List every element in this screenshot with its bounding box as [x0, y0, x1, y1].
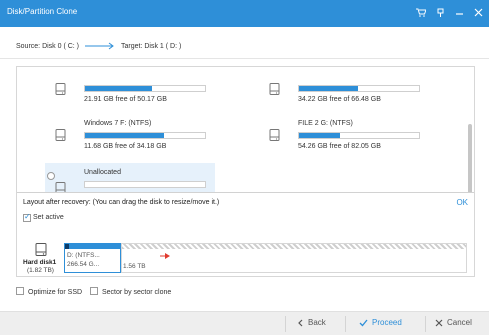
sector-clone-option[interactable]: Sector by sector clone: [90, 287, 172, 296]
target-label: Target: Disk 1 ( D: ): [121, 42, 182, 50]
disk-name: Hard disk1: [23, 259, 57, 266]
usage-bar: [84, 132, 206, 139]
pin-icon[interactable]: [435, 6, 445, 18]
usage-bar: [298, 85, 420, 92]
radio-button[interactable]: [47, 172, 55, 180]
partition-list-panel: 21.91 GB free of 50.17 GB 34.22 GB free …: [16, 66, 475, 277]
segment-size: 266.54 G...: [67, 261, 100, 268]
source-label: Source: Disk 0 ( C: ): [16, 42, 80, 50]
disk-icon: [55, 83, 66, 95]
usage-bar-fill: [85, 133, 165, 138]
unallocated-segment[interactable]: 1.56 TB: [121, 243, 467, 273]
set-active-label: Set active: [33, 214, 64, 221]
usage-bar: [84, 181, 206, 188]
back-button[interactable]: Back: [297, 318, 326, 327]
hard-disk-icon: [35, 243, 47, 256]
disk-layout-row: Hard disk1 (1.82 TB) D: (NTFS... 266.54 …: [17, 241, 474, 276]
close-icon: [435, 319, 443, 326]
layout-header: Layout after recovery: (You can drag the…: [23, 199, 220, 206]
checkmark-icon: [359, 319, 368, 326]
free-space-label: 11.68 GB free of 34.18 GB: [84, 143, 167, 150]
partition-item[interactable]: 21.91 GB free of 50.17 GB: [55, 81, 215, 111]
minimize-icon[interactable]: [454, 6, 464, 18]
disk-icon: [269, 83, 280, 95]
partition-item[interactable]: Windows 7 F: (NTFS) 11.68 GB free of 34.…: [55, 120, 215, 156]
resize-arrow-icon[interactable]: [160, 252, 170, 260]
chevron-left-icon: [298, 319, 303, 326]
usage-bar: [298, 132, 420, 139]
footer-divider: [345, 316, 346, 332]
proceed-button[interactable]: Proceed: [359, 318, 402, 327]
free-space-label: 21.91 GB free of 50.17 GB: [84, 96, 167, 103]
partition-segment-d[interactable]: D: (NTFS... 266.54 G...: [64, 243, 121, 273]
disk-icon: [55, 129, 66, 141]
divider: [0, 58, 489, 59]
free-space-label: 54.26 GB free of 82.05 GB: [298, 143, 381, 150]
optimize-ssd-checkbox[interactable]: [16, 287, 24, 295]
segment-name: D: (NTFS...: [67, 252, 100, 259]
arrow-right-icon: [85, 42, 114, 50]
window-title: Disk/Partition Clone: [7, 7, 78, 16]
sector-clone-label: Sector by sector clone: [102, 288, 172, 296]
optimize-ssd-label: Optimize for SSD: [28, 288, 83, 296]
partition-item[interactable]: 34.22 GB free of 66.48 GB: [269, 81, 429, 111]
set-active-checkbox[interactable]: [23, 212, 31, 222]
title-bar: Disk/Partition Clone: [0, 0, 489, 27]
back-label: Back: [308, 318, 326, 327]
usage-bar: [84, 85, 206, 92]
usage-bar-fill: [299, 86, 358, 91]
layout-after-recovery-panel: Layout after recovery: (You can drag the…: [17, 192, 474, 276]
partition-item[interactable]: FILE 2 G: (NTFS) 54.26 GB free of 82.05 …: [269, 120, 429, 156]
footer-divider: [285, 316, 286, 332]
free-space-label: 34.22 GB free of 66.48 GB: [298, 96, 381, 103]
usage-bar-fill: [299, 133, 340, 138]
unallocated-size: 1.56 TB: [123, 263, 146, 270]
partition-name: FILE 2 G: (NTFS): [298, 120, 353, 127]
partition-name: Unallocated: [84, 169, 121, 176]
disk-size: (1.82 TB): [27, 267, 54, 274]
disk-icon: [269, 129, 280, 141]
source-target-line: Source: Disk 0 ( C: ) Target: Disk 1 ( D…: [16, 42, 181, 50]
footer-divider: [425, 316, 426, 332]
cart-icon[interactable]: [416, 6, 426, 18]
sector-clone-checkbox[interactable]: [90, 287, 98, 295]
scrollbar-thumb[interactable]: [468, 124, 472, 196]
footer-bar: Back Proceed Cancel: [0, 311, 489, 335]
cancel-label: Cancel: [447, 318, 472, 327]
optimize-ssd-option[interactable]: Optimize for SSD: [16, 287, 83, 296]
ok-button[interactable]: OK: [456, 198, 468, 207]
close-icon[interactable]: [473, 6, 483, 18]
usage-bar-fill: [85, 86, 153, 91]
unallocated-hatch-bar: [122, 244, 466, 249]
segment-used-fill: [65, 244, 69, 249]
partition-name: Windows 7 F: (NTFS): [84, 120, 152, 127]
segment-usage-bar: [65, 244, 120, 249]
proceed-label: Proceed: [372, 318, 402, 327]
cancel-button[interactable]: Cancel: [435, 318, 472, 327]
window-controls: [416, 6, 483, 18]
